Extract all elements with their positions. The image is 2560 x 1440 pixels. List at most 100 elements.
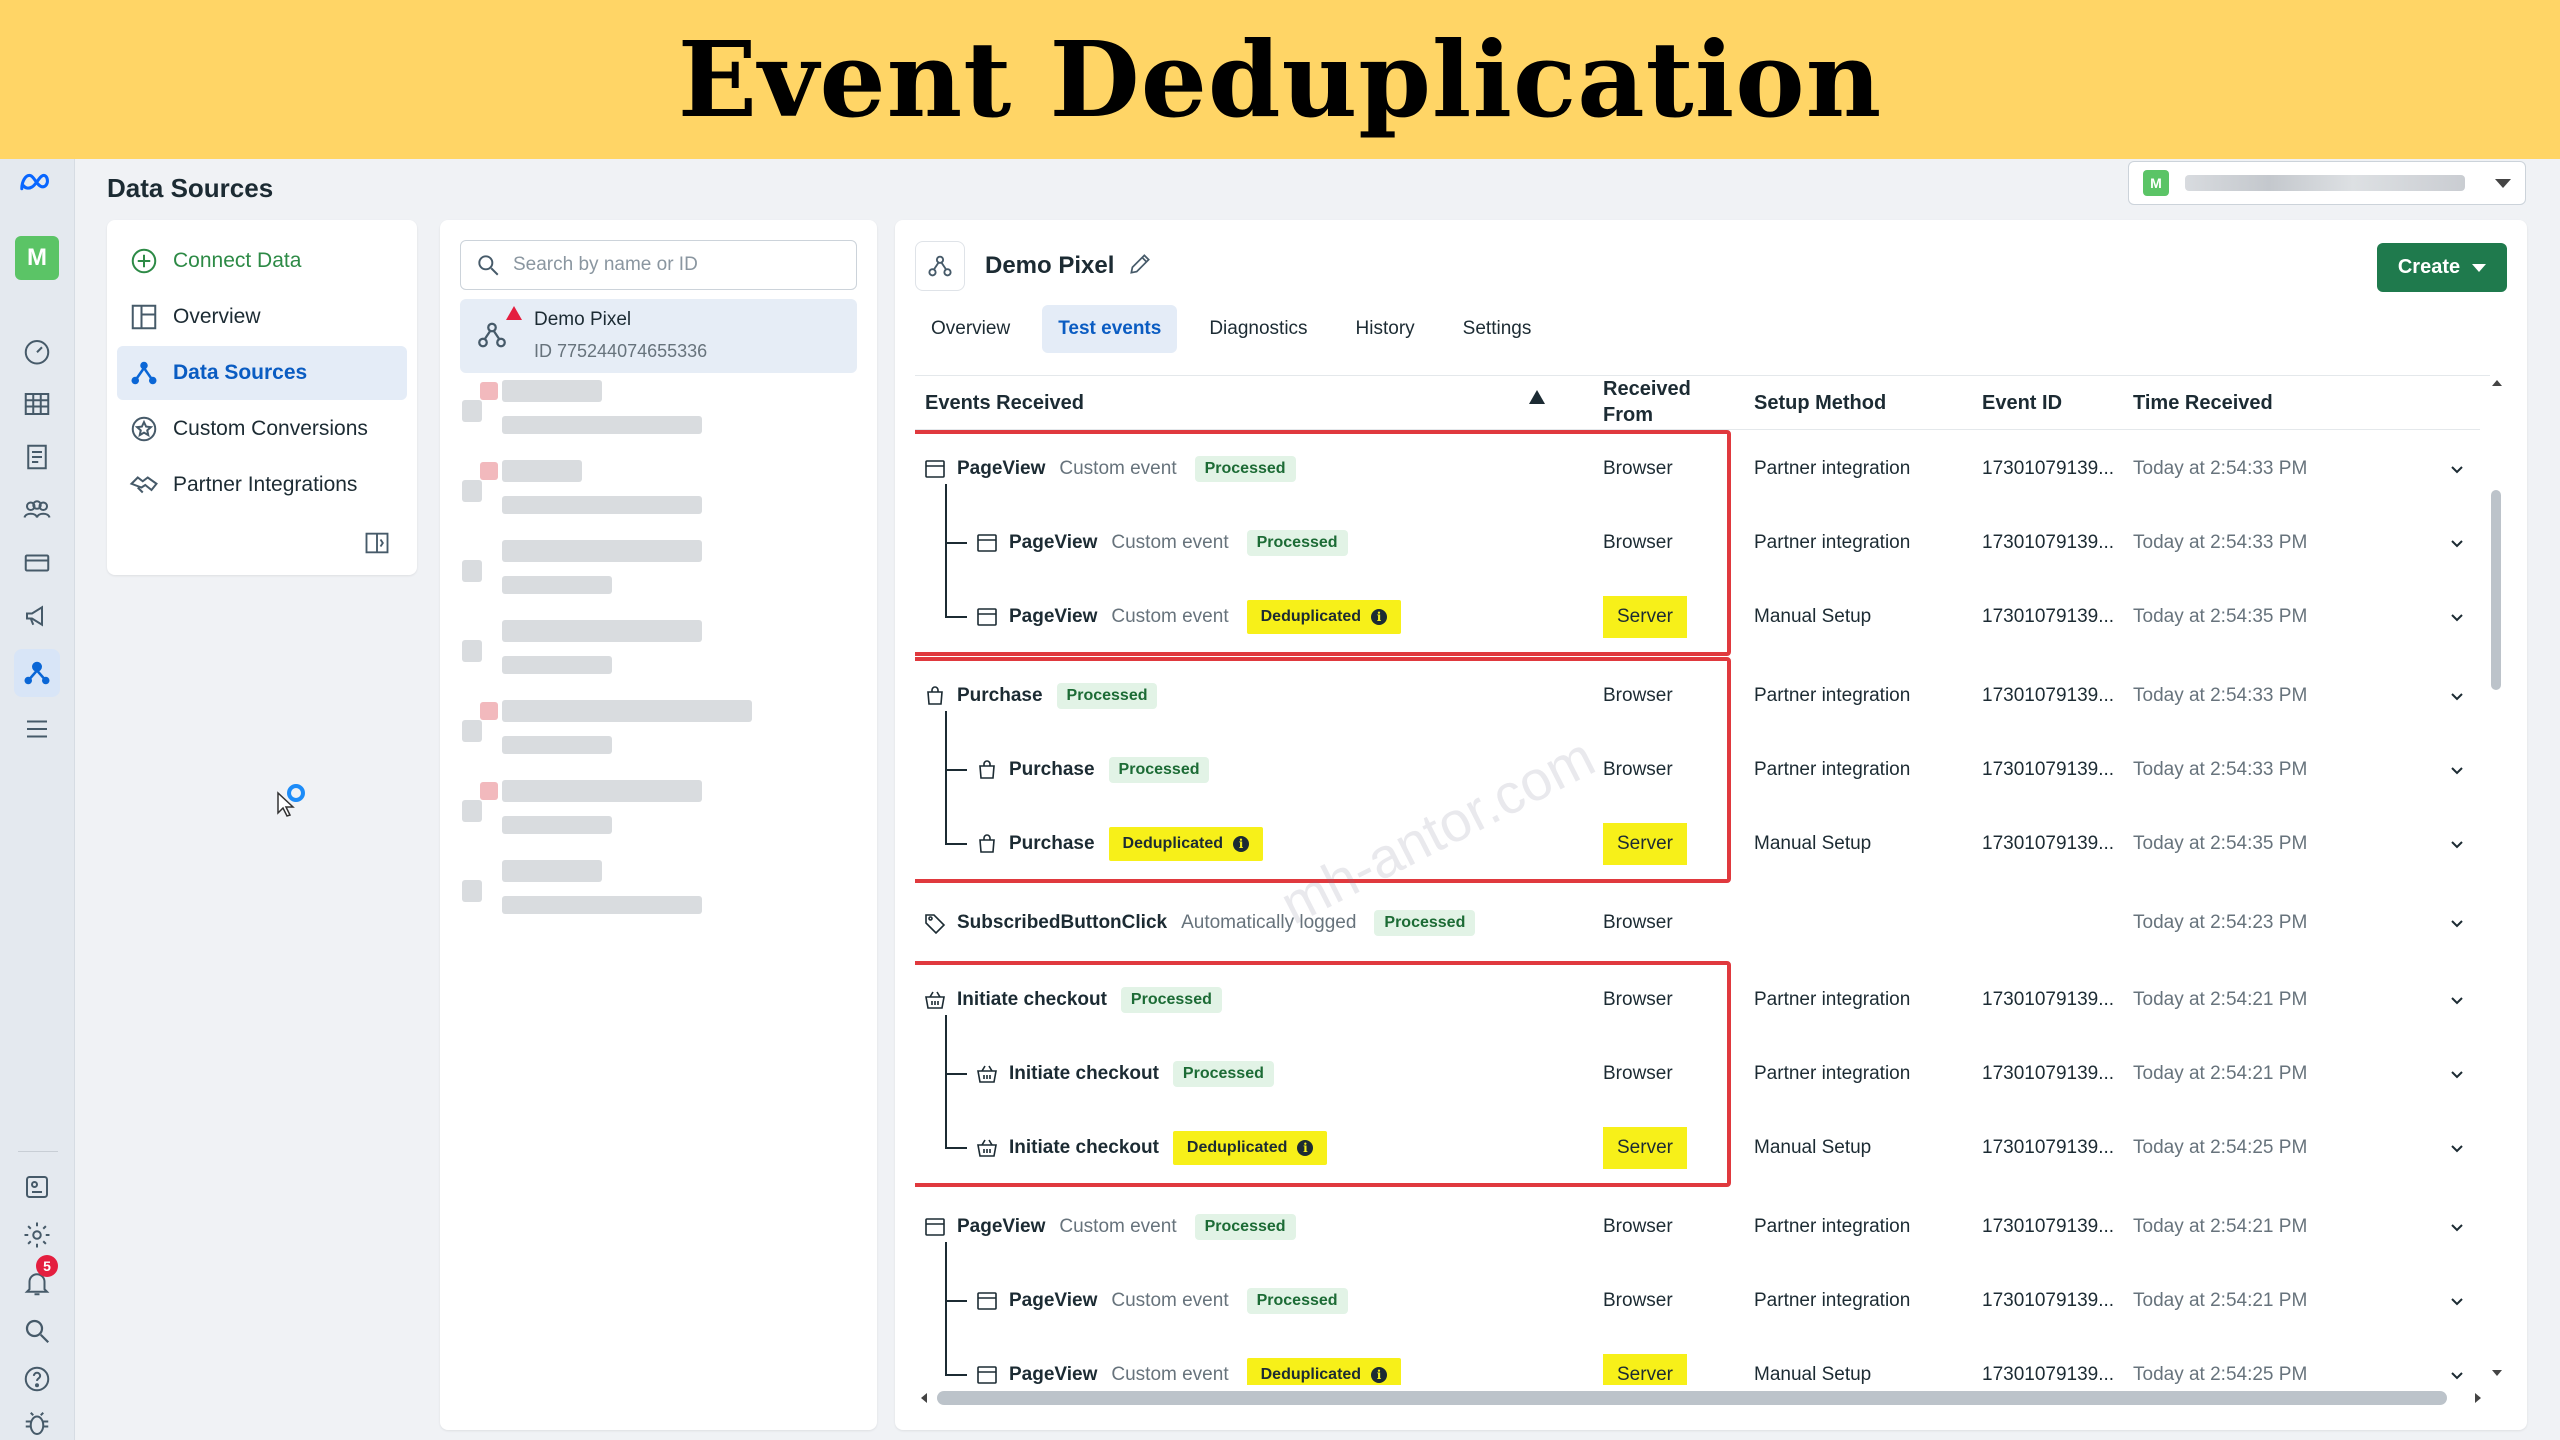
nav-item-label: Overview [173, 305, 261, 328]
tab-settings[interactable]: Settings [1447, 305, 1548, 353]
reports-icon[interactable] [14, 437, 60, 477]
event-cell: PageView Custom event Deduplicated i [975, 1338, 1402, 1385]
pencil-edit-icon[interactable] [1127, 251, 1153, 277]
page-icon [975, 1363, 999, 1385]
notifications-bell-icon[interactable]: 5 [14, 1255, 60, 1303]
data-sources-icon [127, 356, 161, 390]
tab-bar: Overview Test events Diagnostics History… [915, 305, 1563, 355]
received-from-cell: Browser [1603, 1264, 1673, 1338]
redacted-list-item[interactable] [462, 700, 852, 762]
tab-diagnostics[interactable]: Diagnostics [1193, 305, 1323, 353]
setup-method: Manual Setup [1754, 1137, 1872, 1158]
column-header-events[interactable]: Events Received [925, 392, 1084, 415]
table-row[interactable]: PageView Custom event Deduplicated i Server M… [915, 1338, 2480, 1385]
chevron-down-icon[interactable] [2447, 1264, 2467, 1338]
status-label: Processed [1256, 1292, 1338, 1309]
data-source-item-demo-pixel[interactable]: Demo Pixel ID 775244074655336 [460, 299, 857, 373]
redacted-list-item[interactable] [462, 860, 852, 922]
chevron-down-icon[interactable] [2447, 963, 2467, 1037]
redacted-list-item[interactable] [462, 460, 852, 522]
event-id: 17301079139... [1982, 759, 2115, 780]
page-icon [923, 1215, 947, 1239]
scroll-down-arrow-icon[interactable] [2492, 1370, 2502, 1376]
bug-report-icon[interactable] [14, 1404, 60, 1440]
column-header-setup-method[interactable]: Setup Method [1754, 392, 1886, 415]
event-id: 17301079139... [1982, 1137, 2115, 1158]
create-button[interactable]: Create [2377, 243, 2507, 292]
info-icon[interactable]: i [1371, 1367, 1388, 1383]
chevron-down-icon[interactable] [2447, 733, 2467, 807]
chevron-down-icon[interactable] [2447, 506, 2467, 580]
meta-logo-icon[interactable] [14, 163, 60, 203]
chevron-down-icon[interactable] [2447, 807, 2467, 881]
megaphone-icon[interactable] [14, 596, 60, 636]
redacted-list-item[interactable] [462, 540, 852, 602]
table-row[interactable]: SubscribedButtonClick Automatically logge… [915, 886, 2480, 960]
table-row[interactable]: PageView Custom event Processed Browser Part… [915, 1264, 2480, 1338]
nav-item-label: Custom Conversions [173, 417, 368, 440]
setup-method: Partner integration [1754, 685, 1911, 706]
received-from-cell: Browser [1603, 886, 1673, 960]
search-box[interactable] [460, 240, 857, 290]
chevron-down-icon[interactable] [2447, 432, 2467, 506]
vertical-scrollbar-thumb[interactable] [2491, 490, 2501, 690]
horizontal-scrollbar[interactable] [915, 1385, 2487, 1409]
nav-item-custom-conversions[interactable]: Custom Conversions [117, 402, 407, 456]
scroll-left-arrow-icon[interactable] [921, 1393, 927, 1403]
nav-item-label: Data Sources [173, 361, 308, 384]
app-window: M 5 Data Sources M Connect Data Overview [0, 159, 2560, 1440]
tab-history[interactable]: History [1340, 305, 1431, 353]
nav-item-overview[interactable]: Overview [117, 290, 407, 344]
settings-gear-icon[interactable] [14, 1215, 60, 1255]
collapse-panel-icon[interactable] [363, 529, 391, 557]
warning-icon [506, 306, 522, 320]
redacted-list-item[interactable] [462, 380, 852, 442]
redacted-list-item[interactable] [462, 620, 852, 682]
column-header-time-received[interactable]: Time Received [2133, 392, 2273, 415]
pages-icon[interactable] [14, 1167, 60, 1207]
time-received: Today at 2:54:25 PM [2133, 1364, 2308, 1385]
processed-badge: Processed [1194, 1214, 1296, 1240]
menu-icon[interactable] [14, 709, 60, 749]
chevron-down-icon[interactable] [2447, 1037, 2467, 1111]
chevron-down-icon[interactable] [2447, 659, 2467, 733]
audiences-icon[interactable] [14, 490, 60, 530]
search-input[interactable] [513, 254, 833, 276]
redacted-list-item[interactable] [462, 780, 852, 842]
received-from: Browser [1603, 1290, 1673, 1311]
help-icon[interactable] [14, 1359, 60, 1399]
events-manager-icon[interactable] [14, 649, 60, 697]
nav-item-label: Partner Integrations [173, 473, 358, 496]
nav-item-connect-data[interactable]: Connect Data [117, 234, 407, 288]
column-header-received[interactable]: Received [1603, 378, 1691, 401]
chevron-down-icon[interactable] [2447, 1111, 2467, 1185]
vertical-scrollbar[interactable] [2485, 380, 2507, 1380]
billing-icon[interactable] [14, 543, 60, 583]
dashboard-icon[interactable] [14, 331, 60, 371]
star-badge-icon [127, 412, 161, 446]
column-header-event-id[interactable]: Event ID [1982, 392, 2062, 415]
chevron-down-icon[interactable] [2447, 1190, 2467, 1264]
account-avatar[interactable]: M [15, 236, 59, 280]
chevron-down-icon [2495, 178, 2511, 188]
account-selector[interactable]: M [2128, 161, 2526, 205]
chevron-down-icon[interactable] [2447, 580, 2467, 654]
banner: Event Deduplication [0, 0, 2560, 159]
tab-overview[interactable]: Overview [915, 305, 1026, 353]
scroll-right-arrow-icon[interactable] [2475, 1393, 2481, 1403]
tag-icon [923, 911, 947, 935]
chevron-down-icon[interactable] [2447, 886, 2467, 960]
highlight-box [915, 961, 1731, 1187]
tab-test-events[interactable]: Test events [1042, 305, 1178, 353]
horizontal-scrollbar-thumb[interactable] [937, 1391, 2447, 1405]
search-icon[interactable] [14, 1311, 60, 1351]
nav-item-data-sources[interactable]: Data Sources [117, 346, 407, 400]
scroll-up-arrow-icon[interactable] [2492, 380, 2502, 386]
table-icon[interactable] [14, 384, 60, 424]
time-received: Today at 2:54:35 PM [2133, 833, 2308, 854]
nav-item-partner-integrations[interactable]: Partner Integrations [117, 458, 407, 512]
chevron-down-icon[interactable] [2447, 1338, 2467, 1385]
table-row[interactable]: PageView Custom event Processed Browser Part… [915, 1190, 2480, 1264]
event-id: 17301079139... [1982, 1063, 2115, 1084]
event-name: SubscribedButtonClick [957, 912, 1168, 933]
